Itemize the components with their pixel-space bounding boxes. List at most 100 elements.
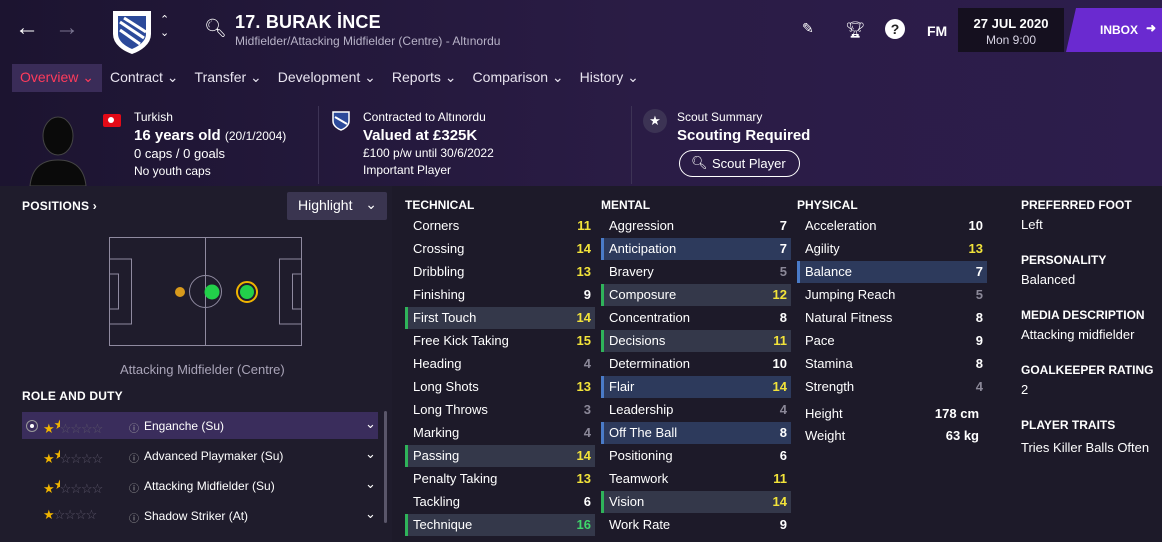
date-display[interactable]: 27 JUL 2020 Mon 9:00	[958, 8, 1064, 52]
attribute-row[interactable]: Teamwork 11	[601, 468, 791, 490]
weight-value: 63 kg	[945, 428, 979, 443]
role-name: Enganche (Su)	[144, 419, 225, 433]
wage: £100 p/w until 30/6/2022	[363, 146, 494, 160]
attribute-row[interactable]: Marking 4	[405, 422, 595, 444]
tab-overview[interactable]: Overview ⌄	[12, 64, 102, 92]
role-row[interactable]: ★★☆☆☆☆ ⓘ Advanced Playmaker (Su) ⌄	[22, 442, 378, 469]
attribute-value: 13	[576, 471, 591, 486]
role-row[interactable]: ★★☆☆☆☆ ⓘ Attacking Midfielder (Su) ⌄	[22, 472, 378, 499]
player-switch-arrows[interactable]: ⌃ ⌄	[160, 14, 169, 40]
attribute-row[interactable]: Finishing 9	[405, 284, 595, 306]
info-icon[interactable]: ⓘ	[129, 510, 139, 525]
roles-scrollbar[interactable]	[384, 411, 387, 523]
attribute-row[interactable]: Concentration 8	[601, 307, 791, 329]
mental-title: MENTAL	[601, 198, 651, 212]
attribute-row[interactable]: Aggression 7	[601, 215, 791, 237]
role-stars: ★★☆☆☆☆	[43, 417, 103, 436]
contract-block: Contracted to Altınordu Valued at £325K …	[363, 110, 494, 177]
attribute-name: Long Throws	[413, 402, 488, 417]
forward-arrow-icon[interactable]: →	[55, 14, 79, 42]
attribute-row[interactable]: Bravery 5	[601, 261, 791, 283]
role-row[interactable]: ★★☆☆☆☆ ⓘ Enganche (Su) ⌄	[22, 412, 378, 439]
attribute-row[interactable]: Composure 12	[601, 284, 791, 306]
chevron-down-icon[interactable]: ⌄	[365, 476, 376, 492]
attribute-row[interactable]: Flair 14	[601, 376, 791, 398]
attribute-name: Concentration	[609, 310, 690, 325]
personality: Balanced	[1021, 272, 1076, 287]
attribute-row[interactable]: Vision 14	[601, 491, 791, 513]
attribute-name: Strength	[805, 379, 855, 394]
divider	[631, 106, 632, 184]
youth-caps: No youth caps	[134, 164, 211, 178]
attribute-value: 4	[779, 402, 787, 417]
fm-menu-button[interactable]: FM	[927, 23, 947, 39]
attribute-row[interactable]: Work Rate 9	[601, 514, 791, 536]
contract-club: Contracted to Altınordu	[363, 110, 486, 124]
chevron-down-icon[interactable]: ⌄	[365, 446, 376, 462]
attribute-row[interactable]: Technique 16	[405, 514, 595, 536]
info-icon[interactable]: ⓘ	[129, 480, 139, 495]
tab-reports[interactable]: Reports ⌄	[384, 64, 465, 92]
positions-title[interactable]: POSITIONS ›	[22, 199, 97, 213]
attribute-row[interactable]: Corners 11	[405, 215, 595, 237]
attribute-value: 5	[779, 264, 787, 279]
scout-status: Scouting Required	[677, 127, 811, 144]
tab-comparison[interactable]: Comparison ⌄	[465, 64, 572, 92]
attribute-row[interactable]: Free Kick Taking 15	[405, 330, 595, 352]
attribute-row[interactable]: Heading 4	[405, 353, 595, 375]
help-icon[interactable]: ?	[885, 19, 905, 39]
attribute-name: Marking	[413, 425, 460, 440]
attribute-value: 8	[975, 310, 983, 325]
highlight-dropdown[interactable]: Highlight ⌄	[287, 192, 387, 220]
attribute-value: 6	[583, 494, 591, 509]
attribute-row[interactable]: Natural Fitness 8	[797, 307, 987, 329]
position-dot-amc	[240, 285, 254, 299]
attribute-row[interactable]: Positioning 6	[601, 445, 791, 467]
attribute-row[interactable]: Strength 4	[797, 376, 987, 398]
turkey-flag-icon	[103, 114, 121, 127]
attribute-row[interactable]: Balance 7	[797, 261, 987, 283]
attribute-row[interactable]: Tackling 6	[405, 491, 595, 513]
attribute-row[interactable]: Anticipation 7	[601, 238, 791, 260]
attribute-row[interactable]: Acceleration 10	[797, 215, 987, 237]
attribute-row[interactable]: Long Throws 3	[405, 399, 595, 421]
inbox-button[interactable]: INBOX ➜	[1066, 8, 1162, 52]
edit-icon[interactable]: ✎	[802, 20, 814, 37]
attribute-value: 14	[576, 448, 591, 463]
search-icon[interactable]: 🔍︎	[204, 18, 227, 39]
info-icon[interactable]: ⓘ	[129, 450, 139, 465]
attribute-row[interactable]: Long Shots 13	[405, 376, 595, 398]
attribute-row[interactable]: Crossing 14	[405, 238, 595, 260]
trophy-icon[interactable]: 🏆︎	[845, 20, 865, 40]
tab-history[interactable]: History ⌄	[572, 64, 647, 92]
attribute-row[interactable]: Jumping Reach 5	[797, 284, 987, 306]
tab-contract[interactable]: Contract ⌄	[102, 64, 187, 92]
preferred-foot: Left	[1021, 217, 1043, 232]
attribute-row[interactable]: Stamina 8	[797, 353, 987, 375]
info-icon[interactable]: ⓘ	[129, 420, 139, 435]
attribute-row[interactable]: Off The Ball 8	[601, 422, 791, 444]
attribute-row[interactable]: Leadership 4	[601, 399, 791, 421]
tab-transfer[interactable]: Transfer ⌄	[187, 64, 270, 92]
attribute-row[interactable]: Passing 14	[405, 445, 595, 467]
attribute-value: 11	[773, 333, 787, 348]
role-row[interactable]: ★☆☆☆☆ ⓘ Shadow Striker (At) ⌄	[22, 502, 378, 529]
attribute-name: Tackling	[413, 494, 460, 509]
attribute-value: 7	[779, 241, 787, 256]
back-arrow-icon[interactable]: ←	[15, 14, 39, 42]
chevron-down-icon[interactable]: ⌄	[365, 416, 376, 432]
attribute-row[interactable]: Dribbling 13	[405, 261, 595, 283]
attribute-name: Positioning	[609, 448, 673, 463]
attribute-row[interactable]: Pace 9	[797, 330, 987, 352]
attribute-row[interactable]: Penalty Taking 13	[405, 468, 595, 490]
role-radio[interactable]	[26, 420, 38, 432]
attribute-row[interactable]: Decisions 11	[601, 330, 791, 352]
chevron-down-icon[interactable]: ⌄	[365, 506, 376, 522]
attribute-value: 10	[968, 218, 983, 233]
attribute-row[interactable]: Agility 13	[797, 238, 987, 260]
attribute-row[interactable]: Determination 10	[601, 353, 791, 375]
attribute-name: Determination	[609, 356, 690, 371]
tab-development[interactable]: Development ⌄	[270, 64, 384, 92]
attribute-row[interactable]: First Touch 14	[405, 307, 595, 329]
scout-player-button[interactable]: 🔍︎ Scout Player	[679, 150, 800, 177]
